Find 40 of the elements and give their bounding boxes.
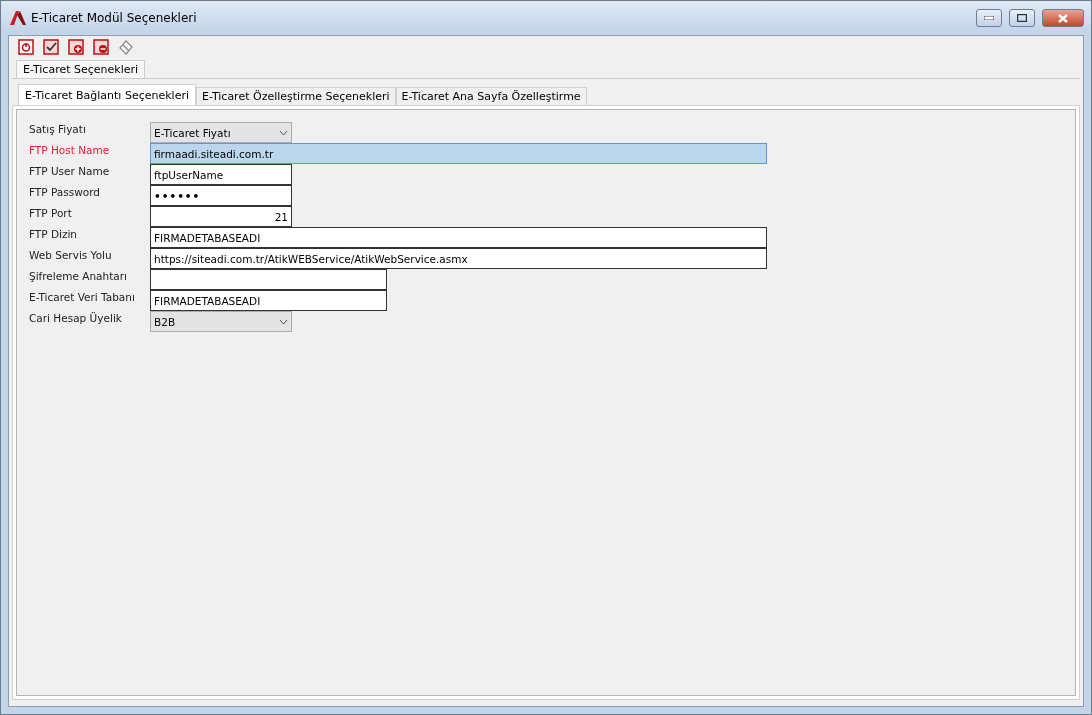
- app-logo-icon: [10, 11, 26, 25]
- input-field[interactable]: ftpUserName: [150, 164, 292, 185]
- field-label: FTP Dizin: [29, 227, 79, 240]
- field-label: FTP User Name: [29, 164, 111, 177]
- field-label: Satış Fiyatı: [29, 122, 87, 135]
- document-remove-icon: [93, 39, 109, 55]
- field-label: FTP Port: [29, 206, 73, 219]
- maximize-button[interactable]: [1009, 9, 1035, 27]
- input-field[interactable]: firmaadi.siteadi.com.tr: [150, 143, 767, 164]
- tab[interactable]: E-Ticaret Ana Sayfa Özelleştirme: [395, 87, 587, 105]
- field-label: Web Servis Yolu: [29, 248, 113, 261]
- close-icon: [1058, 13, 1068, 23]
- chevron-down-icon: [279, 318, 288, 325]
- document-add-icon: [68, 39, 84, 55]
- field-label: FTP Host Name: [29, 143, 111, 156]
- chevron-down-icon: [279, 129, 288, 136]
- window-title: E-Ticaret Modül Seçenekleri: [31, 11, 197, 25]
- close-button[interactable]: [1042, 9, 1084, 27]
- maximize-icon: [1017, 14, 1027, 22]
- minimize-button[interactable]: [976, 9, 1002, 27]
- tab[interactable]: E-Ticaret Seçenekleri: [16, 60, 146, 78]
- add-button[interactable]: [68, 39, 84, 55]
- input-field[interactable]: FIRMADETABASEADI: [150, 290, 387, 311]
- field-label: Şifreleme Anahtarı: [29, 269, 128, 282]
- dropdown[interactable]: B2B: [150, 311, 292, 332]
- input-field[interactable]: [150, 269, 387, 290]
- dropdown[interactable]: E-Ticaret Fiyatı: [150, 122, 292, 143]
- field-label: Cari Hesap Üyelik: [29, 311, 123, 324]
- power-icon: [18, 39, 34, 55]
- minimize-icon: [984, 16, 994, 20]
- tab[interactable]: E-Ticaret Bağlantı Seçenekleri: [18, 84, 196, 105]
- input-field[interactable]: FIRMADETABASEADI: [150, 227, 767, 248]
- remove-button[interactable]: [93, 39, 109, 55]
- tab[interactable]: E-Ticaret Özelleştirme Seçenekleri: [196, 87, 396, 105]
- password-field[interactable]: ••••••: [150, 185, 292, 206]
- input-field[interactable]: 21: [150, 206, 292, 227]
- input-field[interactable]: https://siteadi.com.tr/AtikWEBService/AtikWebService.asmx: [150, 248, 767, 269]
- field-label: E-Ticaret Veri Tabanı: [29, 290, 136, 303]
- field-label: FTP Password: [29, 185, 101, 198]
- power-button[interactable]: [18, 39, 34, 55]
